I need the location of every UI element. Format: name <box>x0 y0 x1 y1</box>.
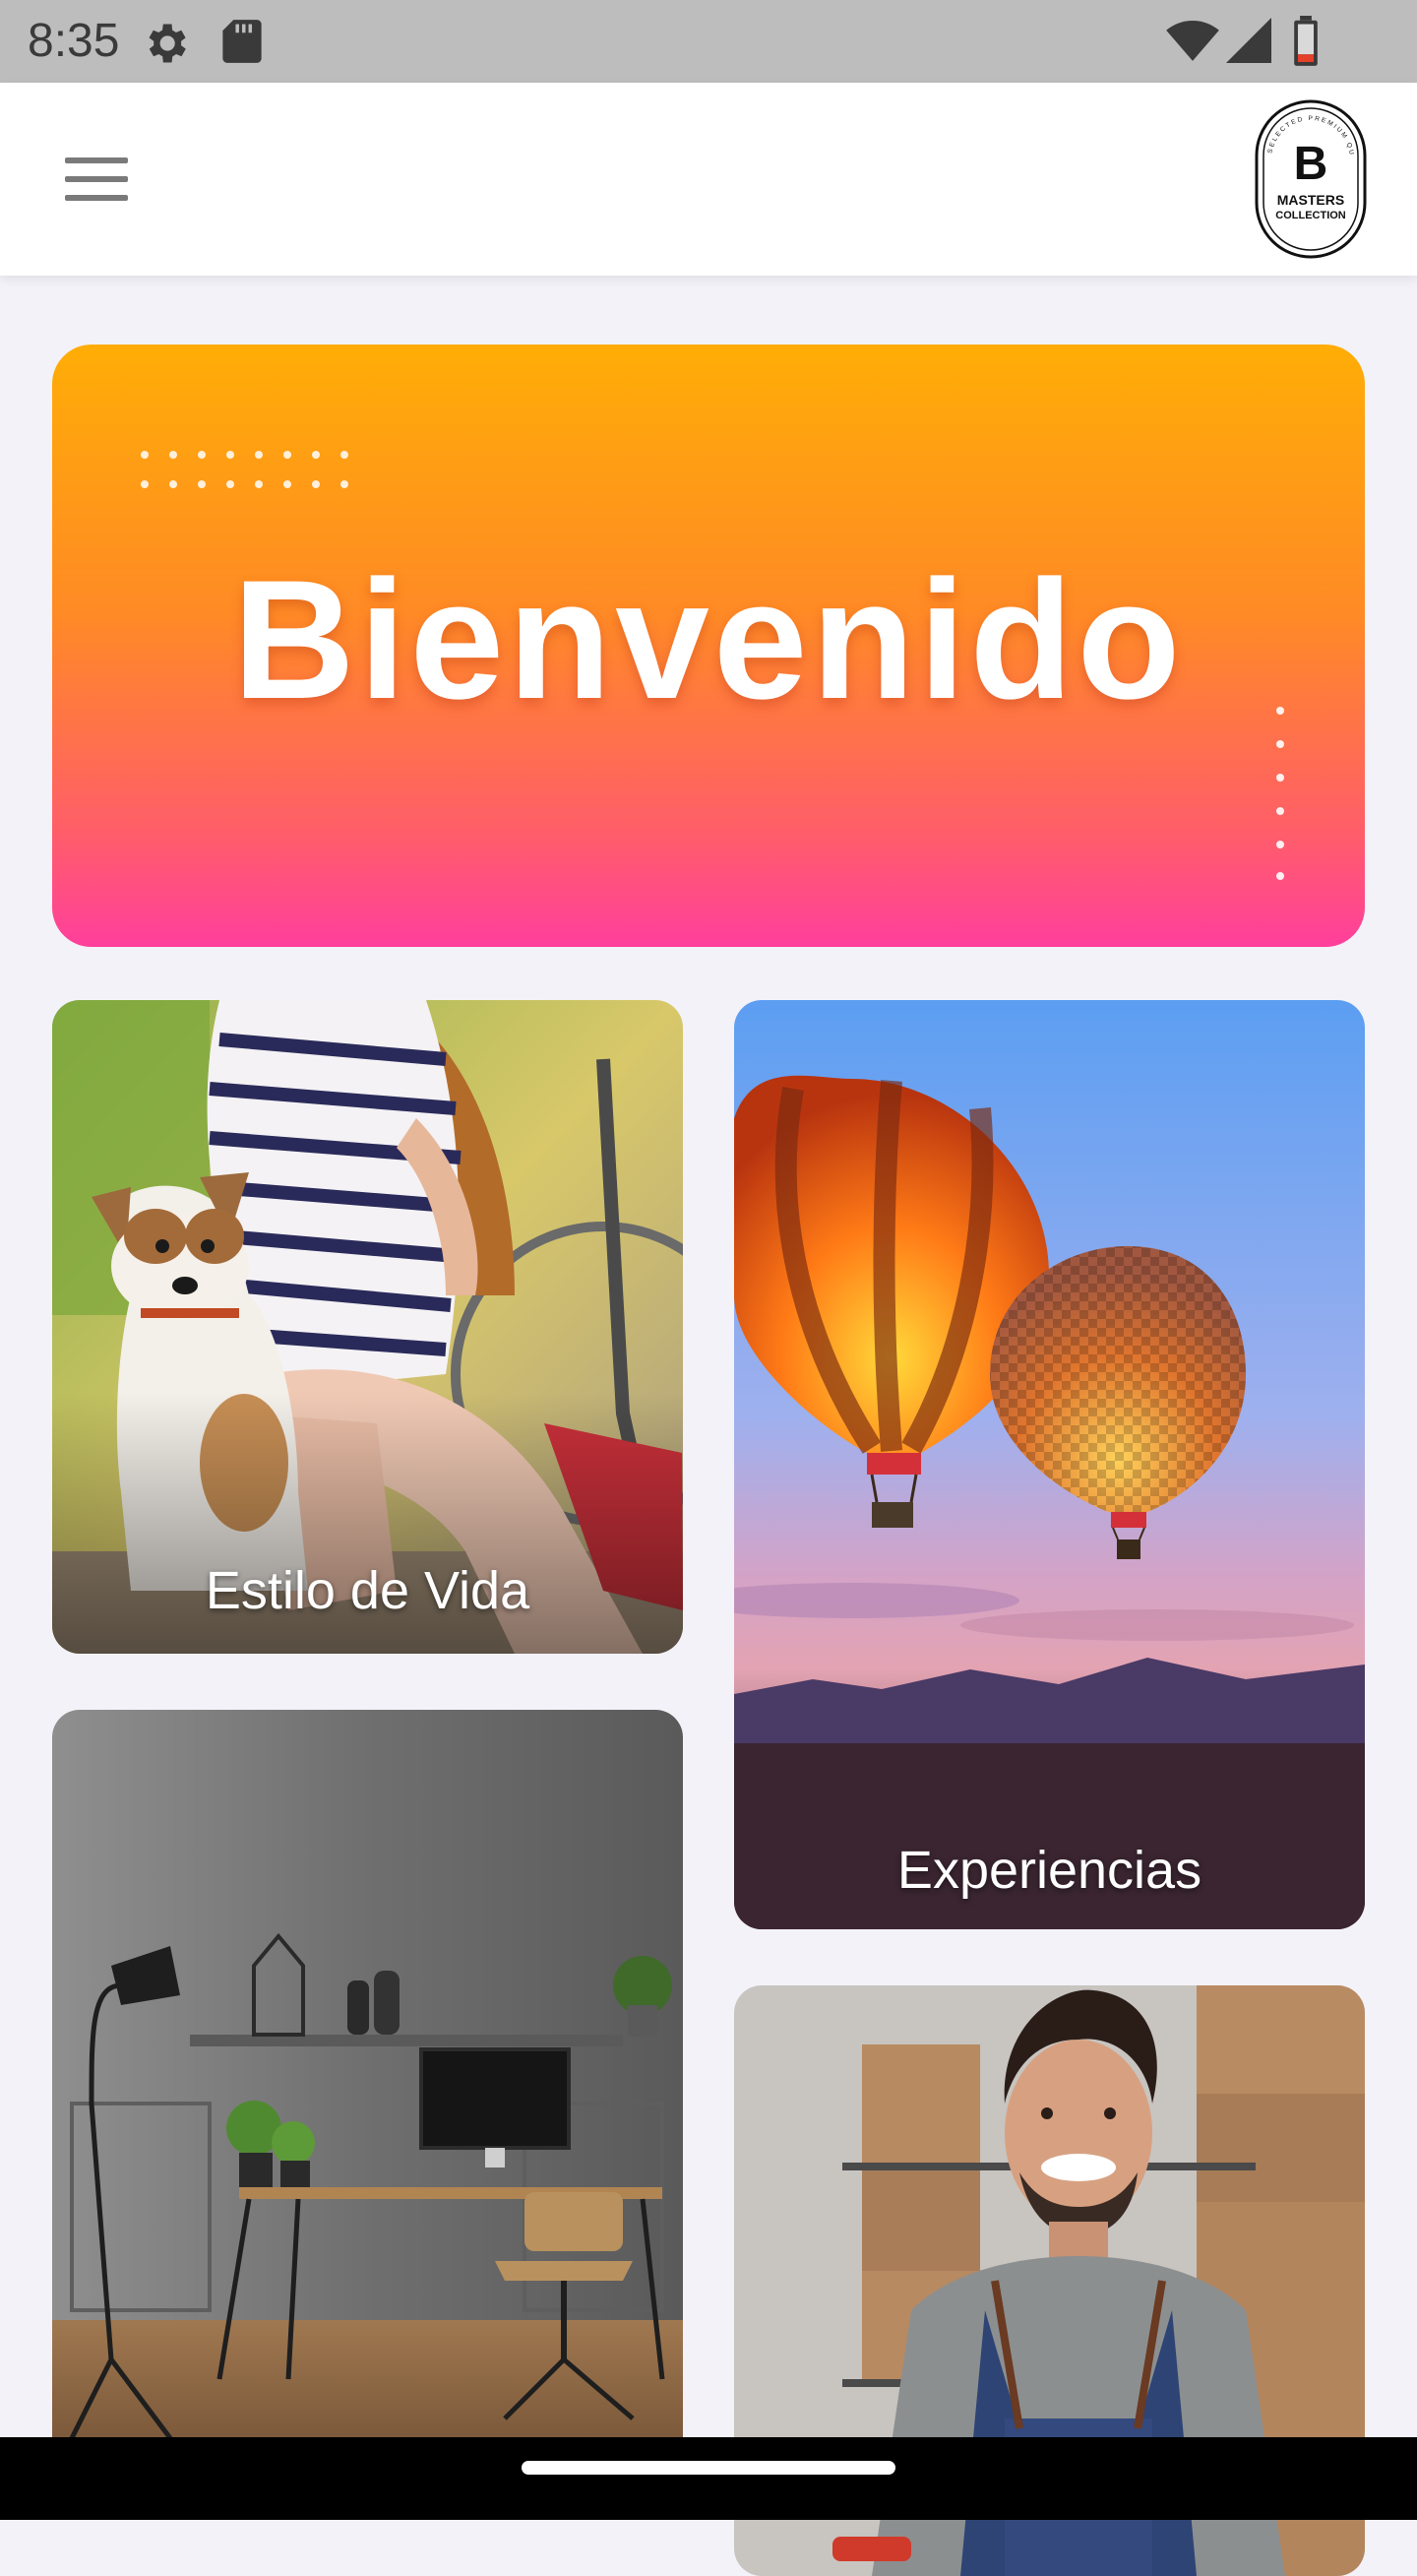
brand-logo[interactable]: SELECTED PREMIUM QUALITY B MASTERS COLLE… <box>1254 98 1368 260</box>
battery-icon <box>1294 16 1318 66</box>
home-office-photo <box>52 1710 683 2497</box>
category-label-lifestyle: Estilo de Vida <box>205 1561 530 1620</box>
logo-line1: MASTERS <box>1277 192 1344 208</box>
category-tile-home[interactable] <box>52 1710 683 2497</box>
menu-bar-line <box>65 195 128 201</box>
system-navigation-bar <box>0 2437 1417 2520</box>
banner-title: Bienvenido <box>232 545 1185 734</box>
category-tile-experiences[interactable]: Experiencias <box>734 1000 1365 1929</box>
menu-bar-line <box>65 176 128 182</box>
menu-bar-line <box>65 157 128 163</box>
decorative-dots <box>141 451 348 488</box>
app-bar: SELECTED PREMIUM QUALITY B MASTERS COLLE… <box>0 83 1417 276</box>
experiences-photo <box>734 1000 1365 1929</box>
hamburger-menu-icon[interactable] <box>51 148 142 211</box>
settings-icon <box>149 24 186 63</box>
wifi-icon <box>1166 20 1219 61</box>
home-gesture-handle[interactable] <box>522 2461 895 2475</box>
cell-signal-icon <box>1226 18 1271 63</box>
sd-card-icon <box>222 20 262 63</box>
status-time: 8:35 <box>28 15 120 67</box>
category-tile-lifestyle[interactable]: Estilo de Vida <box>52 1000 683 1654</box>
welcome-banner[interactable]: Bienvenido <box>52 345 1365 947</box>
logo-line2: COLLECTION <box>1275 210 1346 221</box>
decorative-dots <box>1276 707 1284 880</box>
status-bar: 8:35 <box>0 0 1417 83</box>
lifestyle-photo <box>52 1000 683 1654</box>
category-label-experiences: Experiencias <box>896 1841 1202 1900</box>
logo-letter: B <box>1294 138 1328 190</box>
